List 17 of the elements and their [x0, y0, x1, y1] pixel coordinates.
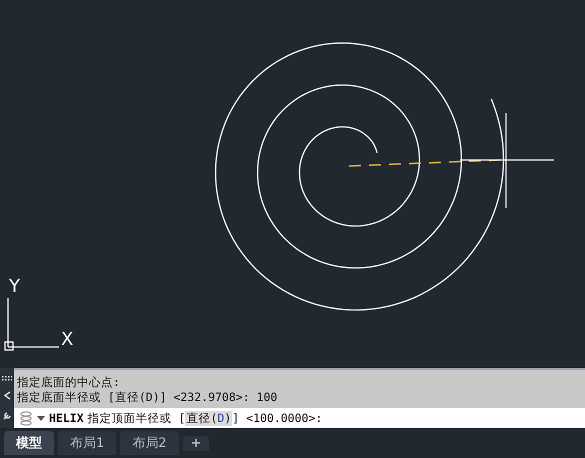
x-axis-label: X — [61, 331, 74, 349]
command-name: HELIX — [49, 411, 84, 425]
command-input-field[interactable]: HELIX 指定顶面半径或 [直径(D)] <100.0000>: — [14, 408, 585, 428]
command-history-line: 指定底面半径或 [直径(D)] <232.9708>: 100 — [17, 390, 278, 405]
default-value: ] <100.0000>: — [232, 411, 322, 425]
option-link[interactable]: 直径(D) — [185, 410, 232, 426]
add-tab-button[interactable]: + — [182, 436, 210, 450]
layout-tab[interactable]: 布局2 — [120, 431, 179, 455]
command-history-line: 指定底面的中心点: — [17, 375, 121, 390]
layout-tab[interactable]: 模型 — [4, 431, 54, 455]
caret-icon[interactable] — [37, 416, 45, 420]
layout-tab[interactable]: 布局1 — [58, 431, 116, 455]
y-axis-label: Y — [9, 278, 20, 296]
wrench-icon[interactable] — [2, 410, 12, 420]
grip-icon[interactable] — [2, 376, 12, 382]
ucs-icon — [4, 298, 59, 351]
command-prompt: 指定顶面半径或 [ — [88, 410, 186, 426]
